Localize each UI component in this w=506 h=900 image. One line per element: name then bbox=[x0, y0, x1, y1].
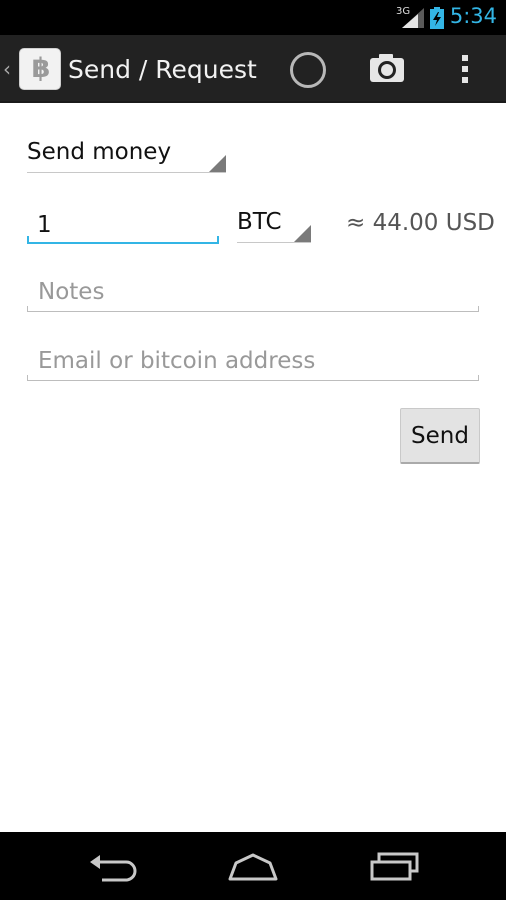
amount-input[interactable] bbox=[27, 205, 219, 245]
recipient-underline bbox=[27, 380, 479, 381]
send-button[interactable]: Send bbox=[400, 408, 480, 464]
mode-spinner[interactable]: Send money bbox=[27, 135, 226, 175]
converted-amount: ≈ 44.00 USD bbox=[346, 210, 495, 236]
dropdown-corner-icon bbox=[294, 225, 311, 242]
signal-icon bbox=[402, 8, 424, 28]
bitcoin-logo-icon: ฿ bbox=[31, 53, 51, 84]
notes-tick-right bbox=[478, 306, 479, 312]
clock: 5:34 bbox=[449, 4, 497, 28]
progress-spinner bbox=[290, 52, 326, 88]
recent-apps-icon[interactable] bbox=[369, 852, 421, 882]
home-icon[interactable] bbox=[226, 852, 280, 882]
navigation-bar bbox=[0, 832, 506, 900]
amount-input-tick-left bbox=[27, 236, 29, 244]
recipient-field[interactable] bbox=[27, 339, 479, 383]
status-bar: 3G 5:34 bbox=[0, 0, 506, 35]
action-bar: ‹ ฿ Send / Request bbox=[0, 35, 506, 103]
mode-spinner-underline bbox=[27, 172, 226, 173]
camera-icon[interactable] bbox=[370, 54, 404, 82]
overflow-menu-icon[interactable] bbox=[460, 53, 470, 85]
app-icon[interactable]: ฿ bbox=[19, 48, 61, 90]
amount-input-underline bbox=[27, 242, 219, 244]
notes-underline bbox=[27, 311, 479, 312]
dropdown-corner-icon bbox=[209, 155, 226, 172]
mode-spinner-label: Send money bbox=[27, 139, 172, 165]
notes-field[interactable] bbox=[27, 270, 479, 314]
currency-spinner[interactable]: BTC bbox=[237, 205, 311, 245]
chevron-left-icon[interactable]: ‹ bbox=[3, 57, 11, 81]
notes-tick-left bbox=[27, 306, 28, 312]
battery-charging-icon bbox=[430, 7, 444, 29]
currency-spinner-underline bbox=[237, 242, 311, 243]
recipient-tick-left bbox=[27, 375, 28, 381]
currency-spinner-label: BTC bbox=[237, 209, 282, 235]
amount-input-tick-right bbox=[217, 236, 219, 244]
back-icon[interactable] bbox=[88, 853, 138, 883]
recipient-tick-right bbox=[478, 375, 479, 381]
page-title: Send / Request bbox=[68, 55, 257, 84]
